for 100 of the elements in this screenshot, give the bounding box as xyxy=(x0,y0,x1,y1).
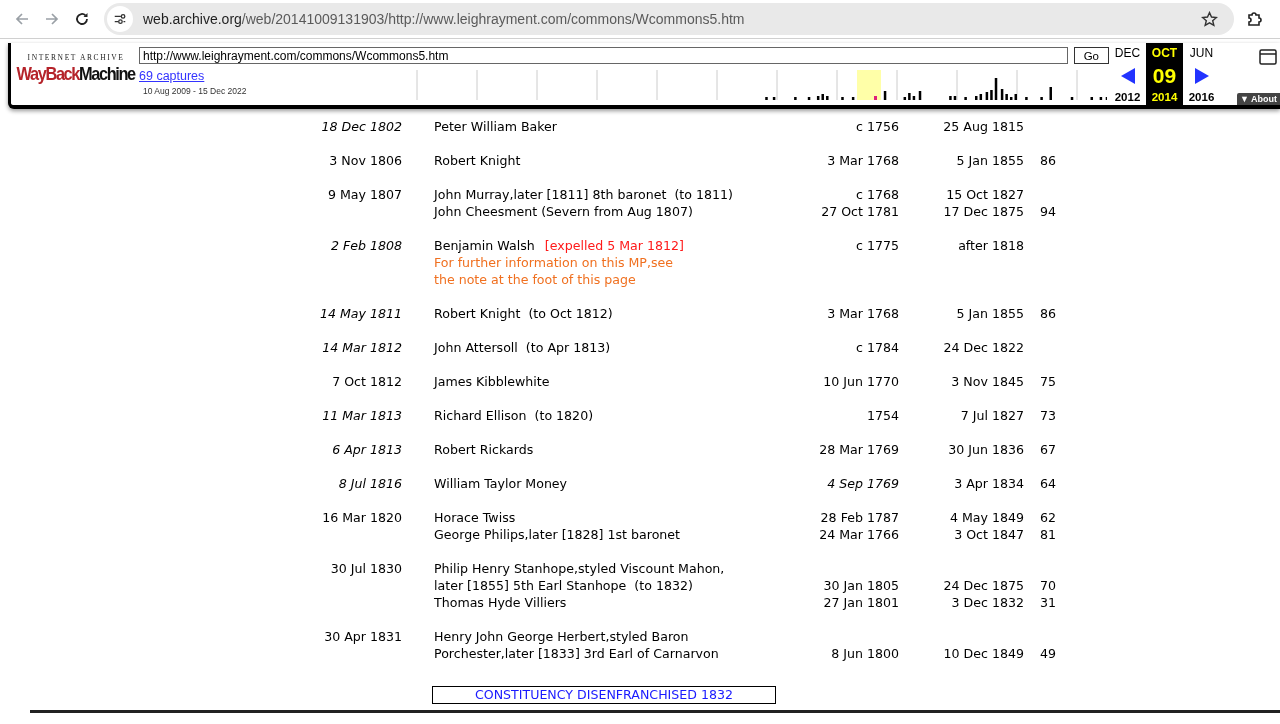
age-text: 86 xyxy=(1040,153,1057,168)
birth-date: 27 Jan 1801 xyxy=(823,595,899,610)
death-date: 5 Jan 1855 xyxy=(956,153,1024,168)
death-date: 15 Oct 1827 xyxy=(946,187,1024,202)
year-text: 2016 xyxy=(1188,91,1215,103)
calendar-month[interactable]: OCT 09 2014 xyxy=(1146,43,1183,105)
birth-date: 28 Feb 1787 xyxy=(820,510,899,525)
birth-date: c 1756 xyxy=(856,119,899,134)
member-name: Robert Knight xyxy=(434,153,521,168)
date-text: 3 Nov 1806 xyxy=(329,153,402,168)
member-name: John Cheesment (Severn from Aug 1807) xyxy=(434,204,693,219)
birth-date: 24 Mar 1766 xyxy=(819,527,899,542)
death-date: 3 Nov 1845 xyxy=(951,374,1024,389)
footer-banner: CONSTITUENCY DISENFRANCHISED 1832 xyxy=(432,686,776,704)
previous-arrow-icon[interactable] xyxy=(1120,67,1135,84)
window-icon[interactable] xyxy=(1259,49,1277,65)
month-text: DEC xyxy=(1114,46,1141,60)
age-text: 94 xyxy=(1040,204,1057,219)
url-input-field[interactable]: http://www.leighrayment.com/commons/Wcommons5.htm xyxy=(139,47,1068,64)
birth-date: 27 Oct 1781 xyxy=(821,204,899,219)
birth-date: c 1784 xyxy=(856,340,899,355)
age-text: 81 xyxy=(1040,527,1057,542)
date-range-text: 10 Aug 2009 - 15 Dec 2022 xyxy=(143,86,247,96)
about-button[interactable]: ▼ About xyxy=(1236,93,1280,105)
age-text: 62 xyxy=(1040,510,1057,525)
date-text: 16 Mar 1820 xyxy=(322,510,402,525)
member-name: George Philips,later [1828] 1st baronet xyxy=(434,527,680,542)
age-text: 49 xyxy=(1040,646,1057,661)
bookmark-star-icon[interactable] xyxy=(1201,10,1218,28)
death-date: 3 Apr 1834 xyxy=(954,476,1024,491)
address-bar[interactable]: web.archive.org/web/20141009131903/http://www.leighrayment.com/commons/Wcommons5.htm xyxy=(104,3,1234,35)
date-text: 30 Apr 1831 xyxy=(324,629,402,644)
birth-date: 3 Mar 1768 xyxy=(827,306,899,321)
member-name: William Taylor Money xyxy=(434,476,568,491)
date-text: 8 Jul 1816 xyxy=(338,476,402,491)
age-text: 73 xyxy=(1040,408,1057,423)
date-text: 30 Jul 1830 xyxy=(330,561,402,576)
forward-icon[interactable] xyxy=(44,11,60,27)
go-button[interactable]: Go xyxy=(1073,47,1109,64)
member-name: later [1855] 5th Earl Stanhope (to 1832) xyxy=(434,578,693,593)
calendar-month[interactable]: JUN 2016 xyxy=(1183,43,1220,105)
member-name: John Attersoll (to Apr 1813) xyxy=(434,340,611,355)
calendar-month[interactable]: DEC 2012 xyxy=(1109,43,1146,105)
member-name: Robert Knight (to Oct 1812) xyxy=(434,306,613,321)
year-text: 2014 xyxy=(1151,91,1178,103)
remark-text: [expelled 5 Mar 1812] xyxy=(544,238,684,253)
death-date: 7 Jul 1827 xyxy=(960,408,1024,423)
death-date: 10 Dec 1849 xyxy=(943,646,1024,661)
age-text: 31 xyxy=(1040,595,1057,610)
site-settings-icon[interactable] xyxy=(107,6,133,32)
extensions-icon[interactable] xyxy=(1246,10,1264,28)
member-name: Thomas Hyde Villiers xyxy=(434,595,567,610)
death-date: 5 Jan 1855 xyxy=(956,306,1024,321)
note-text: the note at the foot of this page xyxy=(434,272,636,287)
date-text: 18 Dec 1802 xyxy=(321,119,402,134)
death-date: 4 May 1849 xyxy=(949,510,1024,525)
member-name: James Kibblewhite xyxy=(434,374,550,389)
member-name: Porchester,later [1833] 3rd Earl of Carnarvon xyxy=(434,646,719,661)
member-name: Horace Twiss xyxy=(434,510,516,525)
date-text: 11 Mar 1813 xyxy=(322,408,402,423)
birth-date: 1754 xyxy=(866,408,899,423)
birth-date: 28 Mar 1769 xyxy=(819,442,899,457)
reload-icon[interactable] xyxy=(74,11,90,27)
back-icon[interactable] xyxy=(14,11,30,27)
death-date: 3 Dec 1832 xyxy=(951,595,1024,610)
member-name: Philip Henry Stanhope,styled Viscount Mahon, xyxy=(434,561,725,576)
age-text: 75 xyxy=(1040,374,1057,389)
death-date: 24 Dec 1822 xyxy=(943,340,1024,355)
day-text: 09 xyxy=(1152,65,1177,86)
member-name: Richard Ellison (to 1820) xyxy=(434,408,594,423)
birth-date: 30 Jan 1805 xyxy=(823,578,899,593)
date-text: 7 Oct 1812 xyxy=(332,374,402,389)
birth-date: 10 Jun 1770 xyxy=(823,374,899,389)
member-name: Henry John George Herbert,styled Baron xyxy=(434,629,689,644)
death-date: 30 Jun 1836 xyxy=(948,442,1024,457)
birth-date: 4 Sep 1769 xyxy=(827,476,899,491)
date-text: 2 Feb 1808 xyxy=(330,238,402,253)
birth-date: c 1768 xyxy=(856,187,899,202)
birth-date: 8 Jun 1800 xyxy=(831,646,899,661)
death-date: 3 Oct 1847 xyxy=(954,527,1024,542)
death-date: 25 Aug 1815 xyxy=(943,119,1024,134)
age-text: 70 xyxy=(1040,578,1057,593)
age-text: 86 xyxy=(1040,306,1057,321)
date-text: 14 May 1811 xyxy=(319,306,402,321)
death-date: 24 Dec 1875 xyxy=(943,578,1024,593)
next-arrow-icon[interactable] xyxy=(1194,67,1209,84)
note-text: For further information on this MP,see xyxy=(434,255,673,270)
month-text: OCT xyxy=(1151,46,1178,60)
death-date: after 1818 xyxy=(958,238,1024,253)
death-date: 17 Dec 1875 xyxy=(943,204,1024,219)
date-text: 9 May 1807 xyxy=(327,187,402,202)
month-text: JUN xyxy=(1189,46,1214,60)
date-text: 6 Apr 1813 xyxy=(332,442,402,457)
birth-date: 3 Mar 1768 xyxy=(827,153,899,168)
date-text: 14 Mar 1812 xyxy=(322,340,402,355)
member-name: Robert Rickards xyxy=(434,442,534,457)
age-text: 64 xyxy=(1040,476,1057,491)
captures-link[interactable]: 69 captures xyxy=(139,69,205,83)
birth-date: c 1775 xyxy=(856,238,899,253)
year-text: 2012 xyxy=(1114,91,1141,103)
